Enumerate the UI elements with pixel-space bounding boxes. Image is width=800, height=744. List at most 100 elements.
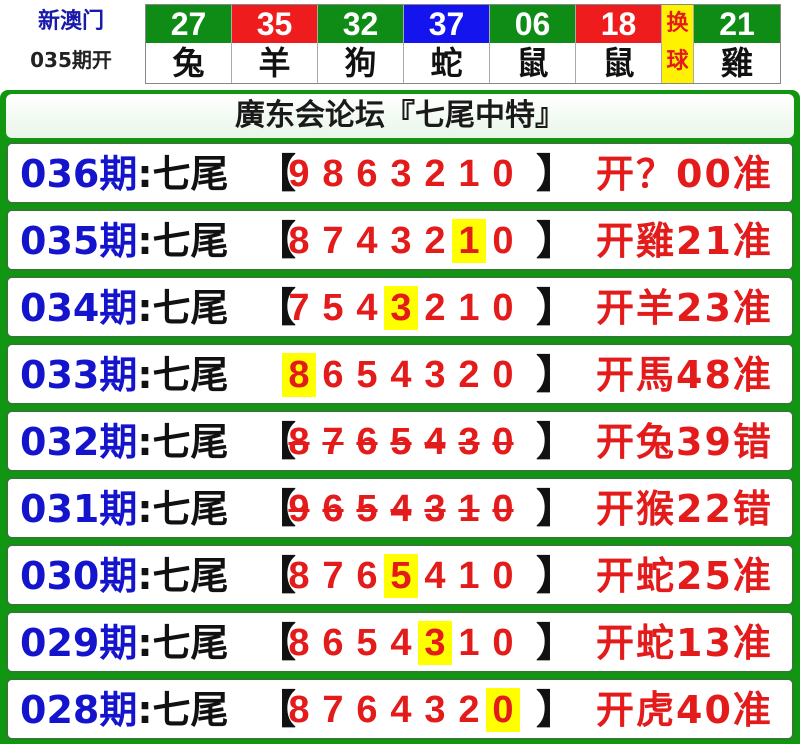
period-type: :七尾 [137, 152, 229, 196]
tail-digit: 0 [492, 153, 514, 195]
period-type: :七尾 [137, 286, 229, 330]
tail-digit: 4 [356, 220, 378, 262]
period-number: 036期 [20, 152, 138, 196]
result-label: 开羊23准 [596, 286, 773, 330]
bracket-close: 】 [536, 218, 576, 264]
ball-number: 37 [404, 5, 489, 43]
tail-digit: 0 [492, 622, 514, 664]
ball-5: 06 鼠 [490, 5, 576, 83]
tail-digit: 3 [390, 153, 412, 195]
ball-zodiac: 兔 [146, 43, 231, 83]
swap-label-top: 换 [662, 5, 693, 43]
prediction-row: 033期:七尾【8 6 5 4 3 2 0】开馬48准 [6, 343, 794, 405]
period-number: 035期 [20, 219, 138, 263]
ball-list: 27 兔 35 羊 32 狗 37 蛇 06 鼠 18 鼠 换 球 21 雞 [145, 4, 781, 84]
prediction-row: 032期:七尾【8 7 6 5 4 3 0】开兔39错 [6, 410, 794, 472]
tail-digit: 9 [288, 153, 310, 195]
hit-digit: 8 [282, 353, 316, 397]
brand-block: 新澳门 035期开 [6, 4, 136, 84]
tail-digit: 3 [458, 421, 480, 463]
tail-digit: 7 [322, 689, 344, 731]
prediction-row: 034期:七尾【7 5 4 3 2 1 0】开羊23准 [6, 276, 794, 338]
tail-digit: 9 [288, 488, 310, 530]
ball-number: 06 [490, 5, 575, 43]
bracket-close: 】 [536, 419, 576, 465]
tail-digit: 5 [356, 354, 378, 396]
period-number: 033期 [20, 353, 138, 397]
bracket-close: 】 [536, 553, 576, 599]
period-label: 036期:七尾 [20, 152, 229, 196]
period-number: 034期 [20, 286, 138, 330]
ball-zodiac: 蛇 [404, 43, 489, 83]
result-label: 开虎40准 [596, 688, 773, 732]
tail-digits: 9654310 [282, 487, 520, 531]
result-label: 开蛇25准 [596, 554, 773, 598]
period-label: 032期:七尾 [20, 420, 229, 464]
tail-digit: 6 [356, 555, 378, 597]
ball-2: 35 羊 [232, 5, 318, 83]
tail-digit: 5 [322, 287, 344, 329]
period-number: 032期 [20, 420, 138, 464]
period-label: 029期:七尾 [20, 621, 229, 665]
hit-digit: 0 [486, 688, 520, 732]
ball-zodiac: 鼠 [490, 43, 575, 83]
ball-number: 21 [694, 5, 780, 43]
period-label: 033期:七尾 [20, 353, 229, 397]
tail-digits: 8654310 [282, 621, 520, 665]
result-label: 开馬48准 [596, 353, 773, 397]
tail-digit: 0 [492, 354, 514, 396]
period-type: :七尾 [137, 353, 229, 397]
period-type: :七尾 [137, 554, 229, 598]
tail-digit: 2 [424, 153, 446, 195]
tail-digit: 0 [492, 220, 514, 262]
tail-digit: 6 [356, 153, 378, 195]
tail-digit: 6 [322, 622, 344, 664]
ball-number: 18 [576, 5, 661, 43]
tail-digit: 8 [288, 689, 310, 731]
period-number: 030期 [20, 554, 138, 598]
tail-digits: 8765430 [282, 420, 520, 464]
hit-digit: 1 [452, 219, 486, 263]
period-number: 028期 [20, 688, 138, 732]
result-label: 开？00准 [596, 152, 773, 196]
period-type: :七尾 [137, 219, 229, 263]
tail-digit: 1 [458, 555, 480, 597]
tail-digit: 5 [356, 488, 378, 530]
tail-digit: 1 [458, 488, 480, 530]
ball-1: 27 兔 [146, 5, 232, 83]
prediction-row: 028期:七尾【8 7 6 4 3 2 0】开虎40准 [6, 678, 794, 740]
tail-digit: 4 [424, 555, 446, 597]
tail-digit: 4 [390, 689, 412, 731]
ball-number: 27 [146, 5, 231, 43]
tail-digit: 5 [390, 421, 412, 463]
tail-digit: 8 [322, 153, 344, 195]
ball-zodiac: 羊 [232, 43, 317, 83]
prediction-row: 031期:七尾【9 6 5 4 3 1 0】开猴22错 [6, 477, 794, 539]
bracket-close: 】 [536, 352, 576, 398]
result-label: 开蛇13准 [596, 621, 773, 665]
tail-digit: 2 [458, 354, 480, 396]
ball-number: 32 [318, 5, 403, 43]
prediction-row: 030期:七尾【8 7 6 5 4 1 0】开蛇25准 [6, 544, 794, 606]
ball-zodiac: 狗 [318, 43, 403, 83]
period-number: 031期 [20, 487, 138, 531]
period-type: :七尾 [137, 621, 229, 665]
tail-digit: 3 [424, 488, 446, 530]
tail-digit: 0 [492, 555, 514, 597]
period-type: :七尾 [137, 487, 229, 531]
ball-6: 18 鼠 [576, 5, 662, 83]
tail-digit: 6 [356, 689, 378, 731]
tail-digit: 3 [390, 220, 412, 262]
tail-digit: 6 [356, 421, 378, 463]
tail-digit: 3 [424, 689, 446, 731]
hit-digit: 3 [384, 286, 418, 330]
tail-digit: 1 [458, 153, 480, 195]
period-type: :七尾 [137, 420, 229, 464]
tail-digit: 6 [322, 354, 344, 396]
issue-label: 035期开 [30, 48, 112, 72]
tail-digit: 8 [288, 555, 310, 597]
special-ball: 21 雞 [694, 5, 780, 83]
tail-digit: 8 [288, 421, 310, 463]
result-bar: 新澳门 035期开 27 兔 35 羊 32 狗 37 蛇 06 鼠 18 鼠 … [0, 0, 800, 88]
ball-4: 37 蛇 [404, 5, 490, 83]
